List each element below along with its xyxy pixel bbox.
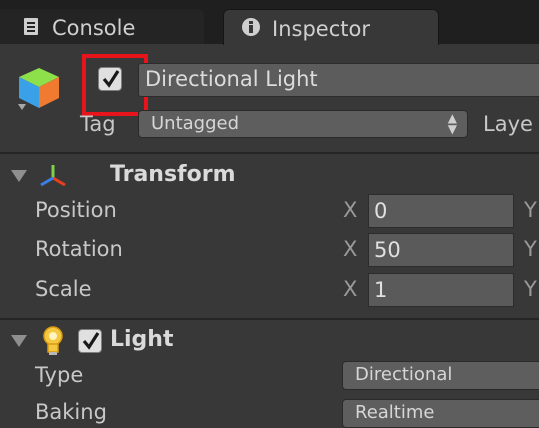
- position-y-axis-label: Y: [524, 198, 537, 222]
- header-separator: [0, 152, 539, 154]
- baking-value: Realtime: [355, 402, 435, 423]
- type-value: Directional: [355, 364, 453, 385]
- tab-console[interactable]: Console: [0, 9, 204, 44]
- rotation-y-axis-label: Y: [524, 237, 537, 261]
- console-icon: [24, 18, 38, 35]
- rotation-label: Rotation: [35, 237, 123, 261]
- tag-value: Untagged: [151, 113, 240, 134]
- tab-bar: Console Inspector: [0, 0, 539, 45]
- transform-title: Transform: [110, 162, 236, 187]
- position-label: Position: [35, 198, 117, 222]
- tab-inspector[interactable]: Inspector: [223, 9, 439, 45]
- info-icon: [242, 18, 260, 36]
- transform-icon: [38, 162, 68, 190]
- light-foldout-arrow[interactable]: [11, 335, 27, 347]
- scale-x-axis-label: X: [343, 277, 358, 301]
- rotation-x-field[interactable]: 50: [368, 233, 514, 267]
- transform-separator: [0, 318, 539, 320]
- tab-console-label: Console: [52, 16, 136, 40]
- tab-inspector-label: Inspector: [272, 17, 370, 41]
- type-label: Type: [35, 363, 84, 387]
- gameobject-cube-icon: [14, 64, 68, 116]
- type-dropdown[interactable]: Directional: [342, 361, 539, 390]
- tag-dropdown[interactable]: Untagged ▲ ▼: [138, 110, 468, 138]
- light-title: Light: [110, 327, 174, 352]
- baking-label: Baking: [35, 400, 107, 424]
- updown-arrows-icon: ▲ ▼: [447, 111, 457, 136]
- transform-foldout-arrow[interactable]: [11, 170, 27, 182]
- position-x-axis-label: X: [343, 198, 358, 222]
- object-name-field[interactable]: Directional Light: [138, 63, 539, 97]
- lightbulb-icon: [40, 325, 66, 357]
- scale-x-field[interactable]: 1: [368, 273, 514, 307]
- scale-label: Scale: [35, 277, 92, 301]
- tag-label: Tag: [80, 112, 116, 136]
- layer-label: Laye: [483, 112, 533, 136]
- position-x-field[interactable]: 0: [368, 194, 514, 228]
- light-enabled-checkbox[interactable]: [78, 329, 102, 353]
- scale-y-axis-label: Y: [524, 277, 537, 301]
- rotation-x-axis-label: X: [343, 237, 358, 261]
